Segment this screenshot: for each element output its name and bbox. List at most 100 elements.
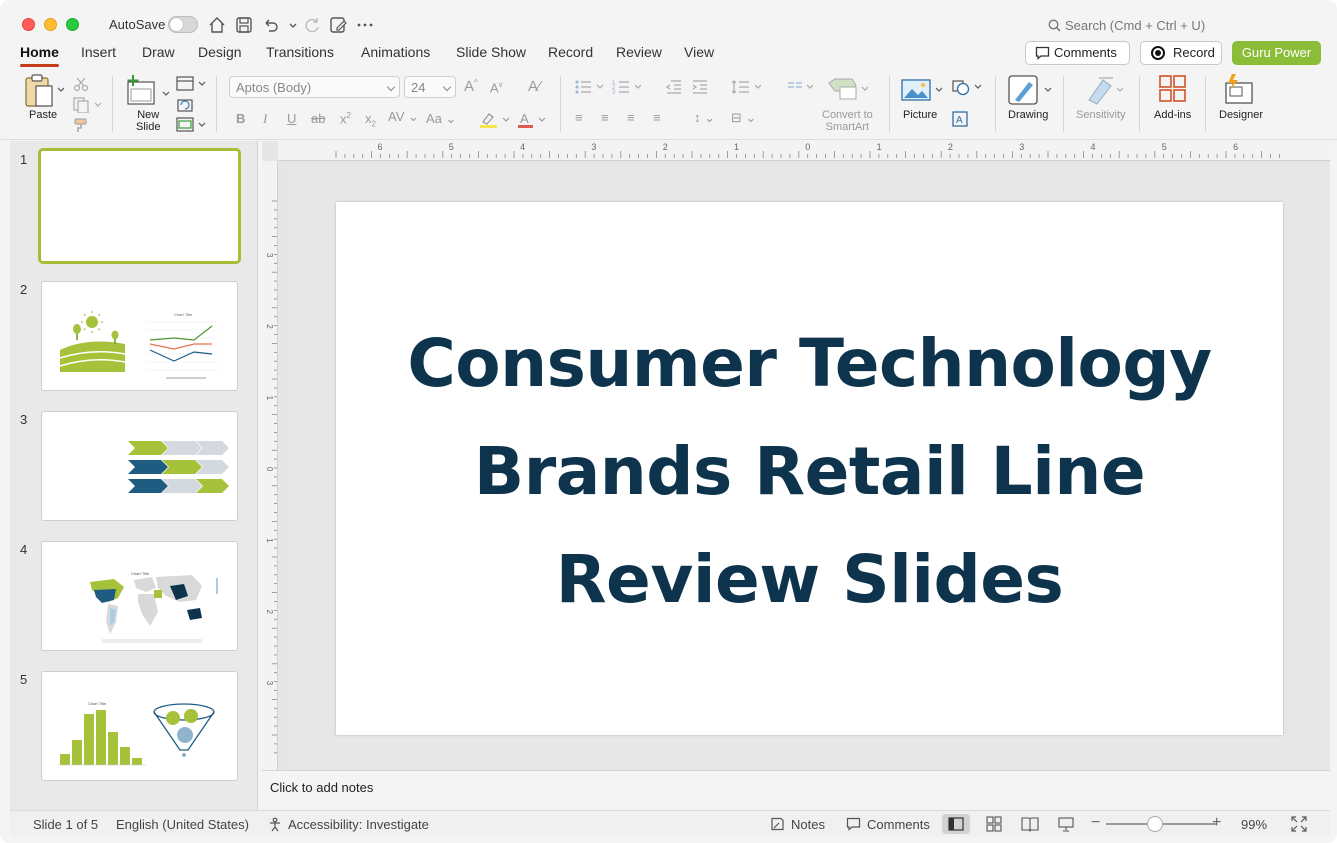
close-window-button[interactable]: [22, 18, 35, 31]
align-right-icon[interactable]: ≡: [627, 110, 635, 125]
vertical-ruler[interactable]: 3 2 1 0 1 2 3: [262, 161, 278, 770]
autosave-toggle[interactable]: [168, 16, 198, 33]
svg-text:A: A: [956, 115, 963, 126]
strikethrough-icon[interactable]: ab: [311, 111, 325, 126]
slide-title[interactable]: Consumer Technology Brands Retail Line R…: [336, 310, 1283, 634]
zoom-out-icon[interactable]: −: [1091, 814, 1100, 832]
text-box-icon[interactable]: A: [951, 111, 969, 130]
slide-thumbnail-4[interactable]: Chart Title: [41, 541, 238, 651]
thumbnail-chart-title: Chart Title: [174, 312, 193, 317]
tab-design[interactable]: Design: [198, 44, 242, 60]
reading-view-button[interactable]: [1016, 814, 1044, 834]
increase-indent-icon[interactable]: [691, 79, 709, 98]
slide-thumbnail-1[interactable]: [38, 148, 241, 264]
tab-review[interactable]: Review: [616, 44, 662, 60]
normal-view-button[interactable]: [942, 814, 970, 834]
picture-icon[interactable]: [900, 78, 946, 105]
comments-button[interactable]: Comments: [1025, 41, 1130, 65]
maximize-window-button[interactable]: [66, 18, 79, 31]
change-case-icon[interactable]: Aa ⌄: [426, 111, 456, 127]
align-left-icon[interactable]: ≡: [575, 110, 583, 125]
slide-thumbnail-3[interactable]: [41, 411, 238, 521]
notes-toggle[interactable]: Notes: [770, 817, 825, 832]
align-text-icon[interactable]: ⊟ ⌄: [731, 110, 756, 126]
fit-to-window-icon[interactable]: [1291, 816, 1307, 835]
edit-icon[interactable]: [328, 15, 348, 35]
tab-home[interactable]: Home: [20, 44, 59, 67]
tab-animations[interactable]: Animations: [361, 44, 430, 60]
layout-icon[interactable]: [176, 76, 208, 95]
convert-smartart-label: Convert to SmartArt: [822, 109, 873, 133]
italic-icon[interactable]: I: [263, 111, 267, 127]
columns-icon[interactable]: [787, 79, 817, 98]
save-icon[interactable]: [234, 15, 254, 35]
slide-show-icon: [1058, 817, 1074, 832]
cut-icon[interactable]: [73, 76, 89, 95]
slide-thumbnail-5[interactable]: Chart Title: [41, 671, 238, 781]
ruler-label: 5: [1162, 142, 1167, 152]
slide-show-button[interactable]: [1052, 814, 1080, 834]
line-spacing-icon[interactable]: [731, 79, 765, 98]
decrease-indent-icon[interactable]: [665, 79, 683, 98]
bullets-icon[interactable]: [574, 79, 608, 98]
font-size-select[interactable]: 24: [404, 76, 456, 98]
zoom-in-icon[interactable]: +: [1212, 814, 1221, 832]
subscript-icon[interactable]: x2: [365, 111, 376, 129]
paste-icon[interactable]: [24, 74, 65, 111]
undo-icon[interactable]: [261, 15, 281, 35]
format-painter-icon[interactable]: [73, 117, 89, 136]
minimize-window-button[interactable]: [44, 18, 57, 31]
sensitivity-icon[interactable]: [1085, 74, 1129, 109]
bold-icon[interactable]: B: [236, 111, 245, 126]
ribbon-separator: [889, 76, 890, 132]
more-icon[interactable]: [355, 15, 375, 35]
character-spacing-icon[interactable]: AV ⌄: [388, 109, 419, 125]
highlight-icon[interactable]: [479, 111, 513, 132]
status-bar: Slide 1 of 5 English (United States) Acc…: [10, 810, 1330, 837]
increase-font-icon[interactable]: A^: [464, 78, 478, 95]
search-box[interactable]: Search (Cmd + Ctrl + U): [1048, 18, 1205, 33]
font-color-icon[interactable]: A: [517, 111, 551, 132]
shapes-icon[interactable]: [951, 79, 985, 100]
zoom-slider-handle[interactable]: [1147, 816, 1163, 832]
designer-icon[interactable]: [1222, 73, 1258, 108]
horizontal-ruler[interactable]: 6 5 4 3 2 1 0 1 2 3 4 5 6: [278, 141, 1330, 161]
section-icon[interactable]: [176, 117, 208, 136]
slide-sorter-icon: [986, 816, 1002, 832]
numbering-icon[interactable]: 123: [612, 79, 646, 98]
clear-formatting-icon[interactable]: A⁄: [528, 78, 541, 95]
language-indicator[interactable]: English (United States): [116, 817, 249, 832]
tab-transitions[interactable]: Transitions: [266, 44, 334, 60]
font-name-select[interactable]: Aptos (Body): [229, 76, 400, 98]
slide-thumbnail-2[interactable]: Chart Title: [41, 281, 238, 391]
slide-sorter-button[interactable]: [980, 814, 1008, 834]
reset-icon[interactable]: [176, 97, 194, 116]
tab-slide-show[interactable]: Slide Show: [456, 44, 526, 60]
justify-icon[interactable]: ≡: [653, 110, 661, 125]
record-button[interactable]: Record: [1140, 41, 1222, 65]
home-icon[interactable]: [207, 15, 227, 35]
smartart-icon[interactable]: [826, 77, 870, 104]
add-ins-icon[interactable]: [1158, 74, 1188, 107]
underline-icon[interactable]: U: [287, 111, 296, 126]
accessibility-status[interactable]: Accessibility: Investigate: [268, 817, 429, 832]
guru-power-button[interactable]: Guru Power: [1232, 41, 1321, 65]
current-slide[interactable]: Consumer Technology Brands Retail Line R…: [336, 202, 1283, 735]
align-center-icon[interactable]: ≡: [601, 110, 609, 125]
comments-toggle[interactable]: Comments: [846, 817, 930, 832]
drawing-icon[interactable]: [1007, 74, 1055, 109]
copy-icon[interactable]: [73, 97, 103, 116]
tab-record[interactable]: Record: [548, 44, 593, 60]
text-direction-icon[interactable]: ↕ ⌄: [694, 110, 715, 126]
superscript-icon[interactable]: x2: [340, 111, 351, 126]
undo-dropdown-icon[interactable]: [283, 15, 297, 35]
redo-icon[interactable]: [302, 15, 322, 35]
designer-label: Designer: [1219, 109, 1264, 121]
tab-insert[interactable]: Insert: [81, 44, 116, 60]
decrease-font-icon[interactable]: Av: [490, 80, 503, 95]
tab-view[interactable]: View: [684, 44, 714, 60]
zoom-level[interactable]: 99%: [1241, 817, 1267, 832]
tab-draw[interactable]: Draw: [142, 44, 175, 60]
notes-pane[interactable]: Click to add notes: [262, 770, 1330, 810]
new-slide-icon[interactable]: [126, 74, 172, 111]
